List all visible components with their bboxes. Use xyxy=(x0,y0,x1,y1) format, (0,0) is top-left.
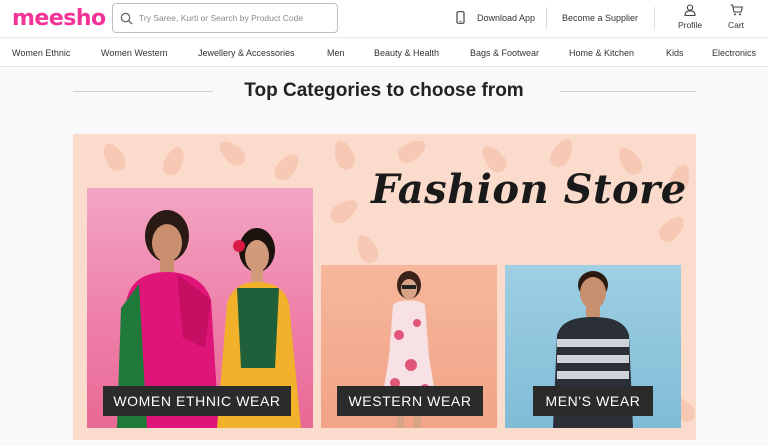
women-ethnic-wear-label[interactable]: WOMEN ETHNIC WEAR xyxy=(103,386,291,416)
meesho-logo[interactable]: meesho xyxy=(12,6,106,31)
leaf-decoration xyxy=(159,143,189,179)
search-input[interactable] xyxy=(139,13,329,23)
leaf-decoration xyxy=(270,149,304,185)
cart-icon xyxy=(730,4,743,20)
profile-label: Profile xyxy=(677,20,703,30)
header-divider xyxy=(546,7,547,29)
cart-label: Cart xyxy=(727,20,745,30)
category-card-western-wear[interactable]: WESTERN WEAR xyxy=(321,265,497,428)
leaf-decoration xyxy=(98,139,130,175)
download-app-link[interactable]: Download App xyxy=(456,0,535,36)
leaf-decoration xyxy=(394,135,430,167)
nav-item-jewellery[interactable]: Jewellery & Accessories xyxy=(198,39,295,67)
search-icon xyxy=(113,4,139,32)
leaf-decoration xyxy=(655,212,689,246)
nav-item-home-kitchen[interactable]: Home & Kitchen xyxy=(569,39,634,67)
leaf-decoration xyxy=(214,136,250,170)
nav-item-kids[interactable]: Kids xyxy=(666,39,684,67)
title-divider-right xyxy=(560,91,696,92)
nav-item-women-western[interactable]: Women Western xyxy=(101,39,168,67)
header: meesho Download App Become a Supplier Pr… xyxy=(0,0,768,38)
category-card-women-ethnic[interactable]: WOMEN ETHNIC WEAR xyxy=(87,188,313,428)
become-supplier-link[interactable]: Become a Supplier xyxy=(562,0,638,36)
mens-wear-label[interactable]: MEN'S WEAR xyxy=(533,386,653,416)
category-card-mens-wear[interactable]: MEN'S WEAR xyxy=(505,265,681,428)
search-box[interactable] xyxy=(112,3,338,33)
download-app-label: Download App xyxy=(477,13,536,23)
western-wear-label[interactable]: WESTERN WEAR xyxy=(337,386,483,416)
profile-button[interactable]: Profile xyxy=(670,4,710,32)
leaf-decoration xyxy=(326,195,362,227)
nav-item-women-ethnic[interactable]: Women Ethnic xyxy=(12,39,70,67)
leaf-decoration xyxy=(352,231,382,267)
banner-title: Fashion Store xyxy=(371,166,687,213)
leaf-decoration xyxy=(330,137,358,173)
section-header: Top Categories to choose from xyxy=(0,68,768,116)
phone-icon xyxy=(456,10,471,26)
user-icon xyxy=(684,4,696,20)
cart-button[interactable]: Cart xyxy=(716,4,756,32)
nav-item-men[interactable]: Men xyxy=(327,39,345,67)
header-divider xyxy=(654,7,655,29)
nav-item-electronics[interactable]: Electronics xyxy=(712,39,756,67)
fashion-store-banner[interactable]: Fashion Store WOMEN ETHNIC WEAR WESTERN … xyxy=(73,134,696,440)
category-nav: Women Ethnic Women Western Jewellery & A… xyxy=(0,39,768,67)
nav-item-beauty-health[interactable]: Beauty & Health xyxy=(374,39,439,67)
nav-item-bags-footwear[interactable]: Bags & Footwear xyxy=(470,39,539,67)
